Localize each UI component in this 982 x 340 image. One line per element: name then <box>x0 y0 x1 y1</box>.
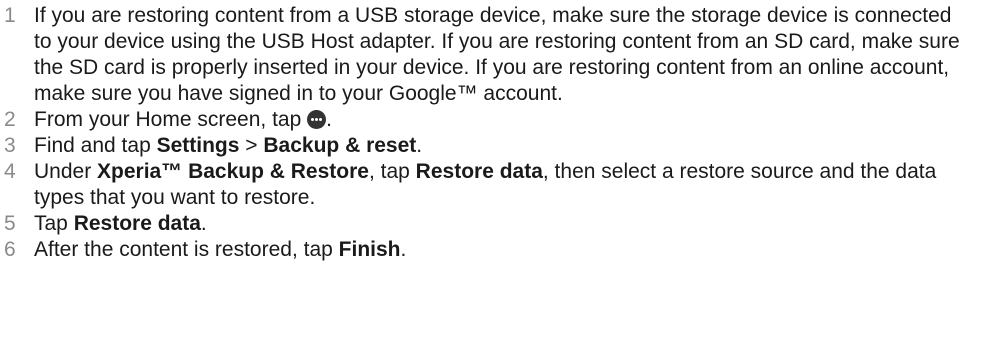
step-number: 6 <box>4 238 16 261</box>
restore-data-label: Restore data <box>415 160 543 183</box>
step-text: If you are restoring content from a USB … <box>34 4 960 105</box>
restore-data-label: Restore data <box>73 212 201 235</box>
step-text-part: Find and tap <box>34 134 157 157</box>
step-number: 3 <box>4 134 16 157</box>
backup-reset-label: Backup & reset <box>263 134 417 157</box>
settings-label: Settings <box>156 134 240 157</box>
step-text-part: . <box>416 134 423 157</box>
step-text: Find and tap Settings > Backup & reset. <box>34 133 982 159</box>
xperia-backup-restore-label: Xperia™ Backup & Restore <box>97 160 369 183</box>
step-5: 5 Tap Restore data. <box>0 211 982 237</box>
apps-icon <box>307 110 327 129</box>
step-6: 6 After the content is restored, tap Fin… <box>0 237 982 263</box>
step-2: 2 From your Home screen, tap . <box>0 107 982 133</box>
step-text: From your Home screen, tap . <box>34 107 982 133</box>
step-text-part: After the content is restored, tap <box>34 238 339 261</box>
step-1: 1 If you are restoring content from a US… <box>0 3 982 107</box>
step-text-part: > <box>239 134 264 157</box>
step-4: 4 Under Xperia™ Backup & Restore, tap Re… <box>0 159 982 211</box>
step-text-part: Under <box>34 160 98 183</box>
step-text: After the content is restored, tap Finis… <box>34 237 982 263</box>
step-text-part: , tap <box>368 160 416 183</box>
step-number: 2 <box>4 108 16 131</box>
step-text-part: . <box>200 212 207 235</box>
finish-label: Finish <box>338 238 401 261</box>
step-text: Tap Restore data. <box>34 211 982 237</box>
step-3: 3 Find and tap Settings > Backup & reset… <box>0 133 982 159</box>
step-number: 5 <box>4 212 16 235</box>
step-number: 1 <box>4 4 16 27</box>
step-text-part: Tap <box>34 212 74 235</box>
step-text-part: . <box>326 108 332 131</box>
step-text-part: . <box>400 238 407 261</box>
instruction-steps-list: 1 If you are restoring content from a US… <box>0 3 982 263</box>
step-number: 4 <box>4 160 16 183</box>
step-text: Under Xperia™ Backup & Restore, tap Rest… <box>34 159 982 211</box>
step-text-part: From your Home screen, tap <box>34 108 308 131</box>
